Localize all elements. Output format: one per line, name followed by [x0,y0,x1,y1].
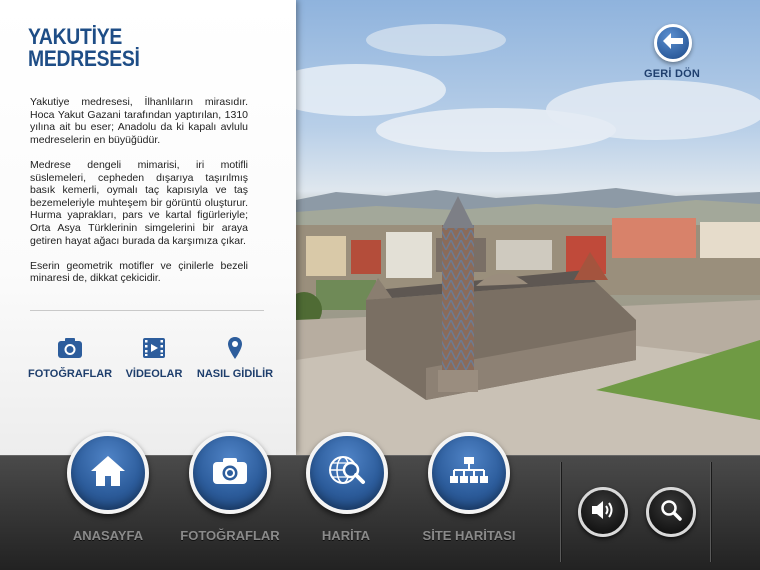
home-icon [89,454,127,493]
film-icon [122,336,186,360]
divider [30,310,264,311]
nav-separator [710,462,711,562]
home-button-label[interactable]: ANASAYFA [58,528,158,543]
photos-button[interactable] [189,432,271,514]
sitemap-button-label[interactable]: SİTE HARİTASI [410,528,528,543]
description-paragraph: Yakutiye medresesi, İlhanlıların mirasıd… [30,96,248,146]
media-links: FOTOĞRAFLAR VİDEOLAR NASIL GİDİLİR [28,336,274,386]
camera-icon [28,336,112,360]
sitemap-button[interactable] [428,432,510,514]
nav-separator [560,462,561,562]
videos-link[interactable]: VİDEOLAR [122,336,186,380]
page-title: YAKUTİYE MEDRESESİ [28,26,239,70]
info-panel: YAKUTİYE MEDRESESİ Yakutiye medresesi, İ… [0,0,296,455]
videos-link-label: VİDEOLAR [125,368,183,380]
photos-button-label[interactable]: FOTOĞRAFLAR [170,528,290,543]
directions-link-label: NASIL GİDİLİR [196,368,274,380]
globe-search-icon [327,453,367,494]
description: Yakutiye medresesi, İlhanlıların mirasıd… [30,96,248,298]
photos-link[interactable]: FOTOĞRAFLAR [28,336,112,380]
search-icon [660,499,682,526]
map-button[interactable] [306,432,388,514]
back-button[interactable] [654,24,692,62]
home-button[interactable] [67,432,149,514]
sound-button[interactable] [578,487,628,537]
photos-link-label: FOTOĞRAFLAR [28,368,113,380]
speaker-icon [590,499,616,526]
map-button-label[interactable]: HARİTA [296,528,396,543]
page-title-line2: MEDRESESİ [28,46,140,71]
directions-link[interactable]: NASIL GİDİLİR [196,336,274,380]
description-paragraph: Eserin geometrik motifler ve çinilerle b… [30,259,248,285]
sitemap-icon [449,456,489,491]
map-pin-icon [196,336,274,360]
camera-icon [212,457,248,490]
search-button[interactable] [646,487,696,537]
description-paragraph: Medrese dengeli mimarisi, iri motifli sü… [30,158,248,247]
back-label[interactable]: GERİ DÖN [636,68,708,80]
arrow-left-icon [662,32,684,55]
page-title-line1: YAKUTİYE [28,24,123,49]
